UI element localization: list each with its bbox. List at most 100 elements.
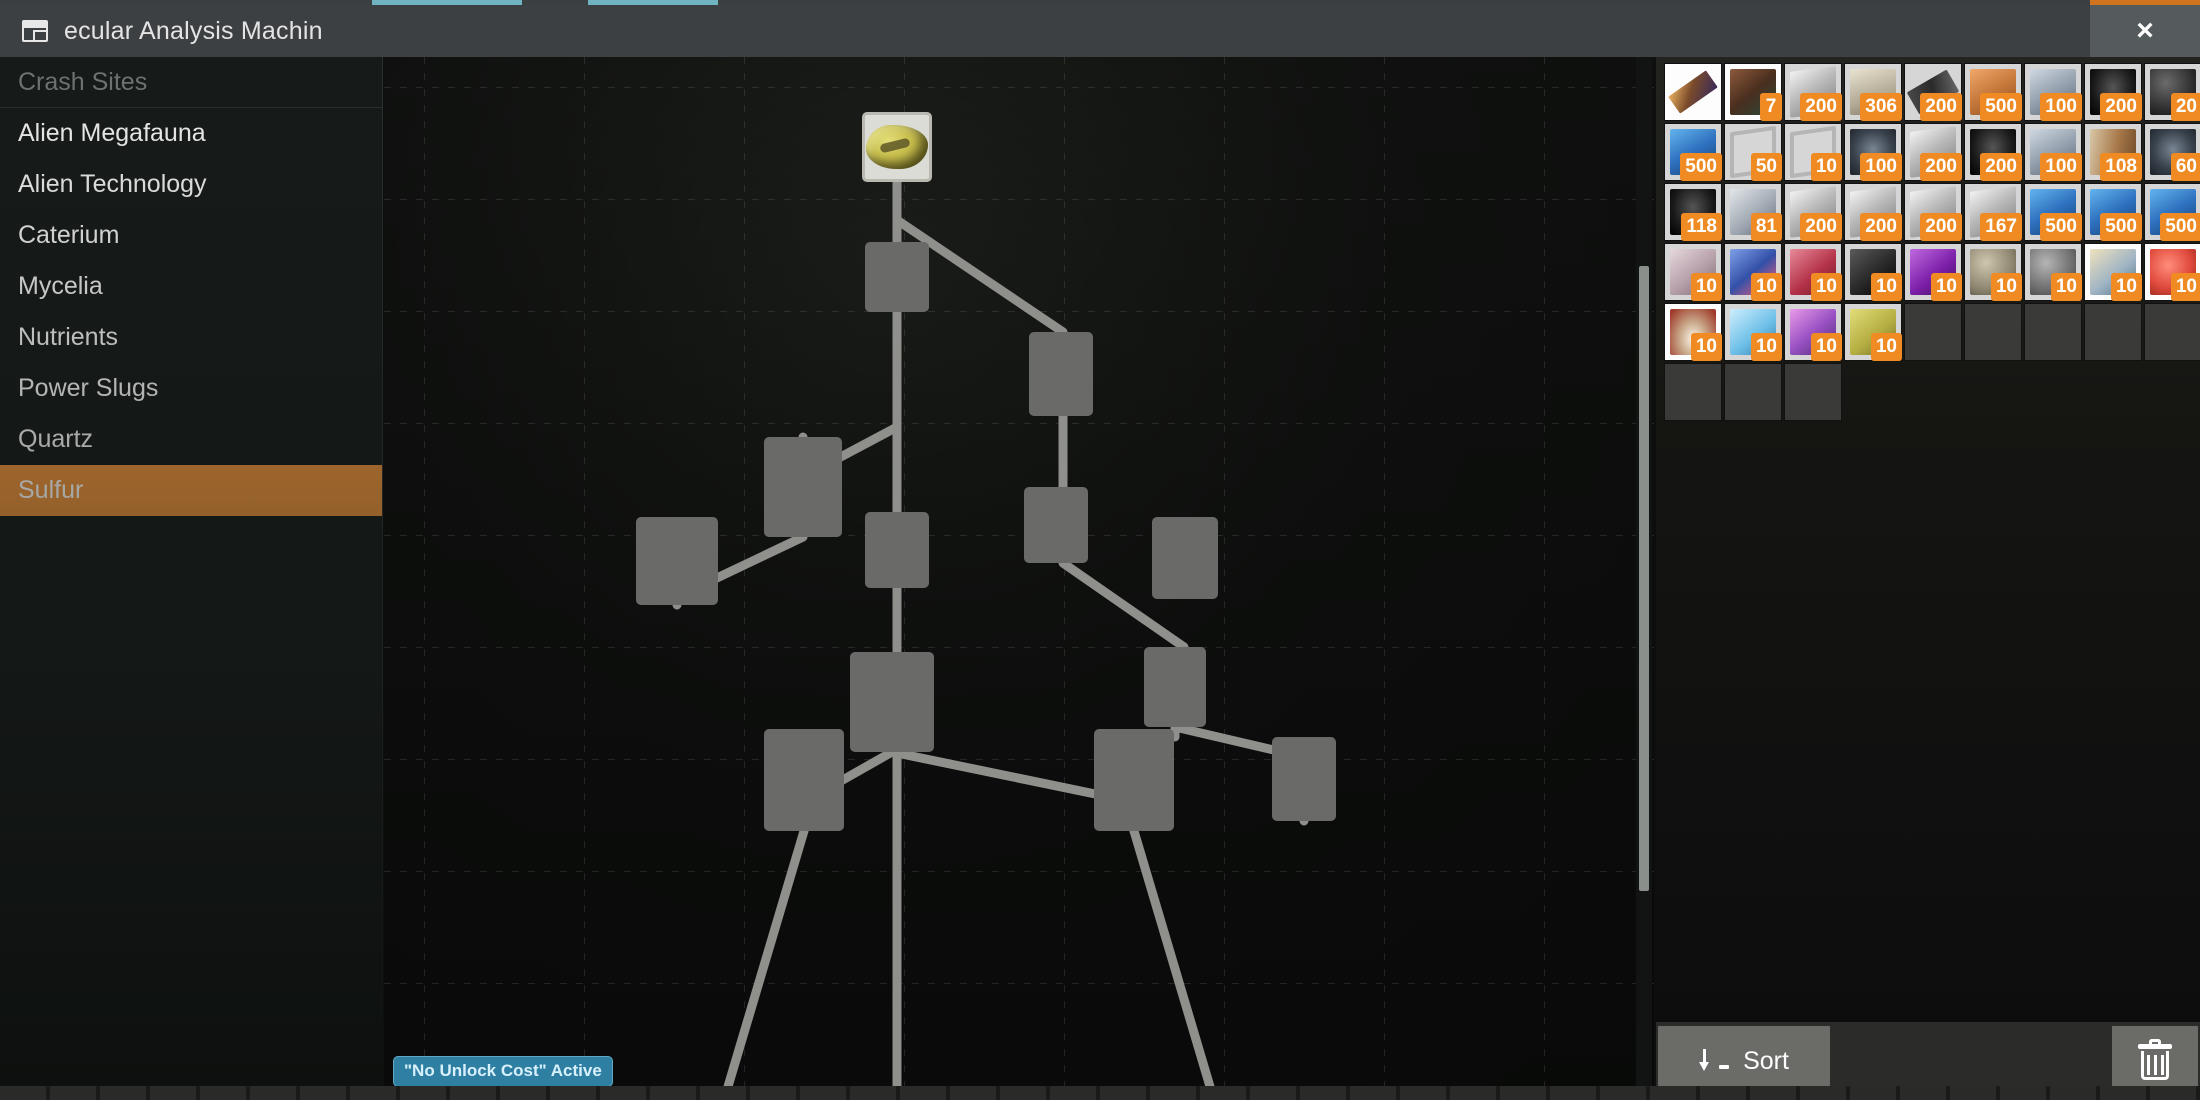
sort-button-label: Sort [1743,1046,1789,1075]
sidebar-item-label: Quartz [18,424,94,453]
tech-tree-node[interactable] [764,729,844,831]
sidebar-item-caterium[interactable]: Caterium [0,210,382,261]
inventory-slot-quantity: 500 [1980,93,2022,121]
tree-edges [672,177,1309,1100]
inventory-slot-quantity: 10 [1690,333,1722,361]
inventory-slot-filled[interactable]: 10 [2144,243,2200,301]
inventory-slot-filled[interactable]: 306 [1844,63,1902,121]
inventory-slot-quantity: 10 [1930,273,1962,301]
inventory-slot-filled[interactable]: 10 [1724,243,1782,301]
tech-tree-canvas[interactable]: "No Unlock Cost" Active [384,57,1654,1100]
close-icon[interactable]: × [2090,5,2200,57]
inventory-slot-filled[interactable]: 10 [2024,243,2082,301]
inventory-slot-filled[interactable]: 200 [1784,63,1842,121]
inventory-slot-filled[interactable]: 100 [2024,123,2082,181]
inventory-slot-filled[interactable]: 118 [1664,183,1722,241]
sidebar-item-label: Alien Megafauna [18,118,206,147]
inventory-slot-quantity: 167 [1980,213,2022,241]
inventory-slot-quantity: 500 [1680,153,1722,181]
inventory-slot-filled[interactable]: 10 [1844,303,1902,361]
inventory-slot-filled[interactable]: 200 [1844,183,1902,241]
inventory-slot-filled[interactable]: 200 [2084,63,2142,121]
inventory-slot-filled[interactable]: 10 [1964,243,2022,301]
inventory-slot-filled[interactable]: 10 [1784,123,1842,181]
sidebar-item-alien-technology[interactable]: Alien Technology [0,159,382,210]
inventory-slot-filled[interactable]: 200 [1904,123,1962,181]
inventory-slot-filled[interactable]: 10 [1724,303,1782,361]
inventory-slot-filled[interactable]: 60 [2144,123,2200,181]
inventory-slot-filled[interactable]: 500 [1664,123,1722,181]
sidebar-item-crash-sites[interactable]: Crash Sites [0,57,382,108]
inventory-slot-filled[interactable]: 10 [1904,243,1962,301]
page-title: ecular Analysis Machin [64,16,323,45]
inventory-slot-quantity: 500 [2040,213,2082,241]
tech-tree-root-node[interactable] [862,112,932,182]
inventory-slot-empty[interactable] [2024,303,2082,361]
inventory-slot-quantity: 10 [1810,153,1842,181]
tech-tree-node[interactable] [1272,737,1336,821]
sidebar-item-label: Caterium [18,220,120,249]
inventory-slot-filled[interactable]: 100 [1844,123,1902,181]
inventory-slot-filled[interactable]: 500 [2024,183,2082,241]
inventory-slot-quantity: 20 [2170,93,2200,121]
inventory-slot-quantity: 10 [1750,333,1782,361]
tech-tree-node[interactable] [1024,487,1088,563]
scrollbar-thumb[interactable] [1639,265,1649,892]
inventory-slot-filled[interactable]: 200 [1904,183,1962,241]
sidebar-item-alien-megafauna[interactable]: Alien Megafauna [0,108,382,159]
inventory-slot-filled[interactable]: 500 [2084,183,2142,241]
tech-tree-node[interactable] [1029,332,1093,416]
tech-tree-node[interactable] [850,652,934,752]
tech-tree-node[interactable] [1152,517,1218,599]
sidebar-item-quartz[interactable]: Quartz [0,414,382,465]
sidebar-item-power-slugs[interactable]: Power Slugs [0,363,382,414]
inventory-slot-filled[interactable] [1664,63,1722,121]
inventory-slot-filled[interactable]: 500 [2144,183,2200,241]
window-icon [22,20,48,42]
inventory-slot-filled[interactable]: 10 [1664,303,1722,361]
inventory-slot-empty[interactable] [2084,303,2142,361]
inventory-slot-filled[interactable]: 10 [1664,243,1722,301]
inventory-slot-empty[interactable] [1664,363,1722,421]
sidebar-item-nutrients[interactable]: Nutrients [0,312,382,363]
tech-tree-node[interactable] [865,512,929,588]
inventory-slot-quantity: 200 [1980,153,2022,181]
inventory-slot-filled[interactable]: 200 [1904,63,1962,121]
inventory-slot-quantity: 100 [1860,153,1902,181]
inventory-slot-filled[interactable]: 10 [2084,243,2142,301]
inventory-slot-filled[interactable]: 81 [1724,183,1782,241]
inventory-panel: 7 200 306 200 500 100 200 20 500 50 10 100 200 200 100… [1656,57,2200,1100]
sort-descending-icon [1699,1048,1730,1074]
inventory-slot-filled[interactable]: 100 [2024,63,2082,121]
inventory-slot-empty[interactable] [1964,303,2022,361]
inventory-slot-empty[interactable] [1784,363,1842,421]
inventory-slot-filled[interactable]: 108 [2084,123,2142,181]
equip1-icon [1668,70,1718,114]
inventory-slot-filled[interactable]: 200 [1784,183,1842,241]
inventory-slot-quantity: 200 [1800,93,1842,121]
inventory-slot-filled[interactable]: 500 [1964,63,2022,121]
tech-tree-node[interactable] [1144,647,1206,727]
inventory-slot-filled[interactable]: 50 [1724,123,1782,181]
inventory-slot-filled[interactable]: 10 [1784,243,1842,301]
tech-tree-node[interactable] [865,242,929,312]
tech-tree-node[interactable] [1094,729,1174,831]
inventory-slot-empty[interactable] [2144,303,2200,361]
inventory-slot-filled[interactable]: 20 [2144,63,2200,121]
inventory-slot-filled[interactable]: 200 [1964,123,2022,181]
inventory-slot-quantity: 200 [1920,213,1962,241]
tech-tree-node[interactable] [764,437,842,537]
inventory-slot-filled[interactable]: 167 [1964,183,2022,241]
inventory-slot-filled[interactable]: 10 [1844,243,1902,301]
inventory-slot-filled[interactable]: 10 [1784,303,1842,361]
inventory-slot-empty[interactable] [1904,303,1962,361]
tech-tree-node[interactable] [636,517,718,605]
inventory-slot-empty[interactable] [1724,363,1782,421]
inventory-slot-quantity: 200 [2100,93,2142,121]
sidebar-item-sulfur[interactable]: Sulfur [0,465,382,516]
inventory-slot-quantity: 200 [1800,213,1842,241]
inventory-slot-quantity: 500 [2100,213,2142,241]
sidebar-item-mycelia[interactable]: Mycelia [0,261,382,312]
inventory-slot-filled[interactable]: 7 [1724,63,1782,121]
tree-scrollbar[interactable] [1636,57,1652,1100]
